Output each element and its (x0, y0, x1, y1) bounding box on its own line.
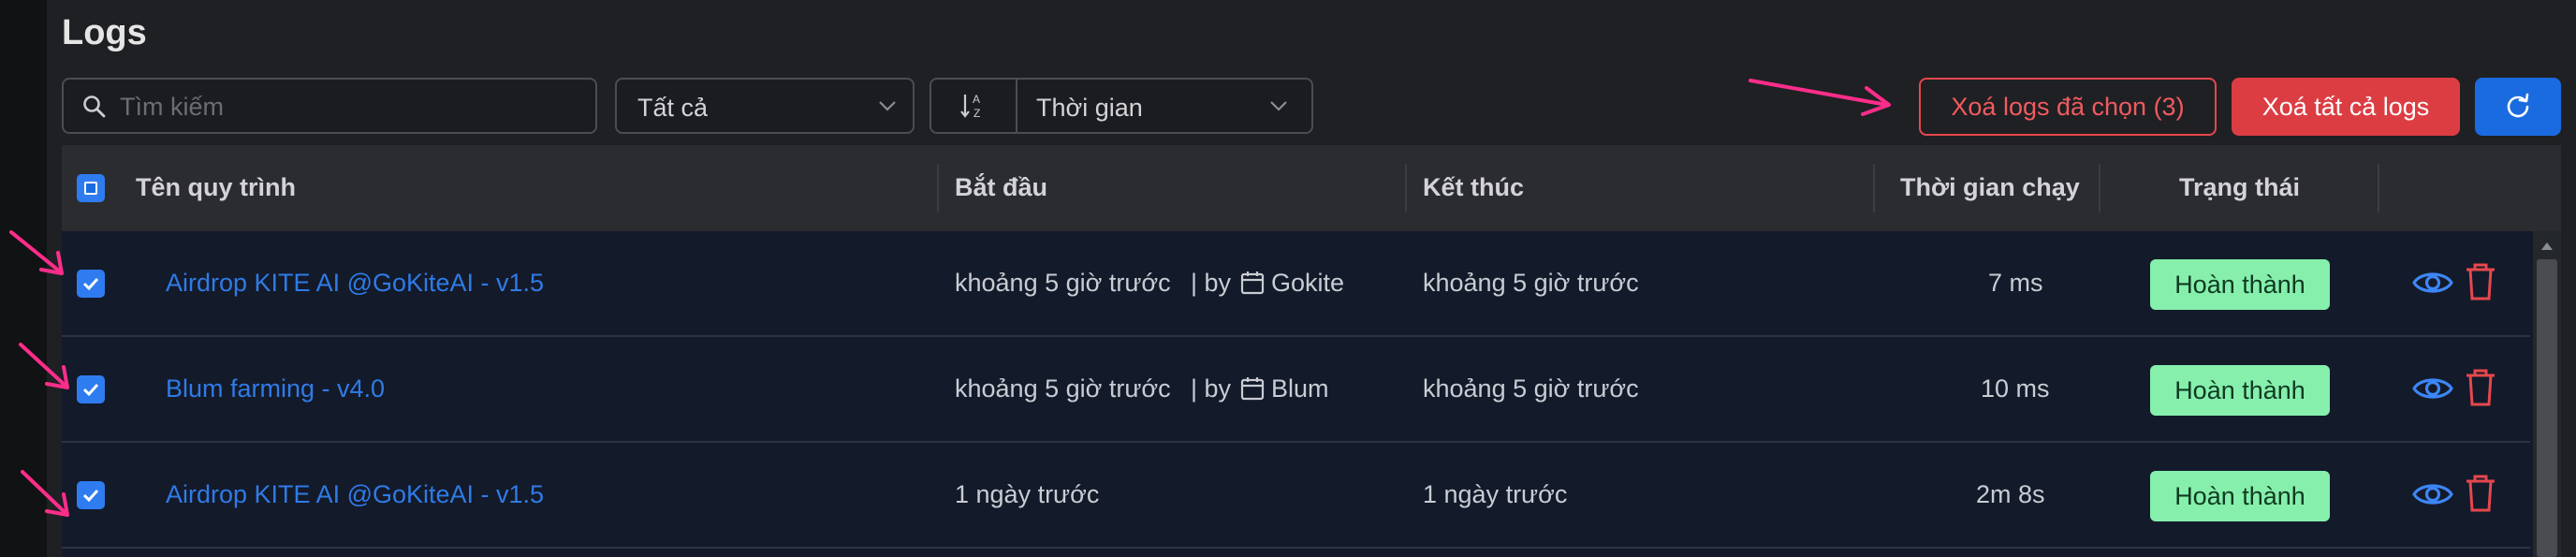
chevron-down-icon (877, 98, 898, 118)
eye-icon[interactable] (2411, 476, 2454, 518)
trash-icon[interactable] (2464, 368, 2497, 412)
duration: 10 ms (1981, 374, 2050, 403)
trash-icon[interactable] (2464, 474, 2497, 518)
start-time: 1 ngày trước (955, 480, 1100, 508)
column-divider (2099, 164, 2100, 213)
row-checkbox[interactable] (77, 481, 105, 509)
table-row[interactable]: Airdrop KITE AI @GoKiteAI - v1.5 khoảng … (62, 231, 2530, 337)
process-name-link[interactable]: Airdrop KITE AI @GoKiteAI - v1.5 (166, 480, 544, 509)
trash-icon[interactable] (2464, 262, 2497, 306)
table-header: Tên quy trình Bắt đầu Kết thúc Thời gian… (62, 145, 2561, 231)
delete-selected-logs-button[interactable]: Xoá logs đã chọn (3) (1919, 78, 2217, 136)
end-time: khoảng 5 giờ trước (1423, 374, 1639, 403)
arrow-annotation-icon (9, 230, 64, 275)
logs-table: Tên quy trình Bắt đầu Kết thúc Thời gian… (62, 145, 2561, 557)
delete-all-logs-button[interactable]: Xoá tất cả logs (2232, 78, 2460, 136)
eye-icon[interactable] (2411, 370, 2454, 412)
search-icon (82, 95, 107, 124)
column-divider (937, 164, 939, 213)
duration: 7 ms (1988, 269, 2043, 297)
row-checkbox[interactable] (77, 270, 105, 298)
column-divider (2378, 164, 2379, 213)
workflow-tag: Gokite (1271, 269, 1345, 297)
search-input[interactable] (118, 80, 590, 134)
by-label: | by (1191, 374, 1232, 403)
column-header-start[interactable]: Bắt đầu (955, 173, 1047, 202)
column-header-end[interactable]: Kết thúc (1423, 173, 1524, 202)
calendar-icon (1239, 375, 1266, 408)
refresh-button[interactable] (2475, 78, 2561, 136)
eye-icon[interactable] (2411, 264, 2454, 306)
arrow-annotation-icon (21, 470, 69, 517)
arrow-annotation-icon (19, 343, 69, 389)
column-divider (1405, 164, 1407, 213)
column-header-name[interactable]: Tên quy trình (136, 173, 296, 202)
process-name-link[interactable]: Airdrop KITE AI @GoKiteAI - v1.5 (166, 269, 544, 298)
sort-field-value: Thời gian (1036, 94, 1143, 122)
sort-direction-button[interactable]: A Z (931, 80, 1017, 132)
column-header-duration[interactable]: Thời gian chạy (1900, 173, 2080, 202)
by-label: | by (1191, 269, 1232, 297)
scrollbar-thumb[interactable] (2537, 259, 2557, 557)
column-header-status[interactable]: Trạng thái (2179, 173, 2300, 202)
status-badge: Hoàn thành (2150, 471, 2330, 521)
calendar-icon (1239, 270, 1266, 302)
table-row[interactable]: Blum farming - v4.0 khoảng 5 giờ trước |… (62, 337, 2530, 443)
sort-az-icon: A Z (959, 91, 988, 125)
status-badge: Hoàn thành (2150, 365, 2330, 416)
end-time: 1 ngày trước (1423, 480, 1568, 508)
svg-text:Z: Z (973, 107, 980, 120)
sort-control: A Z Thời gian (929, 78, 1313, 134)
svg-text:A: A (973, 93, 980, 106)
table-row[interactable]: Airdrop KITE AI @GoKiteAI - v1.5 1 ngày … (62, 443, 2530, 549)
select-all-checkbox[interactable] (77, 174, 105, 202)
refresh-icon (2507, 93, 2529, 118)
workflow-tag: Blum (1271, 374, 1329, 403)
page-title: Logs (62, 13, 147, 52)
chevron-down-icon (1268, 98, 1289, 118)
filter-select[interactable]: Tất cả (615, 78, 915, 134)
duration: 2m 8s (1976, 480, 2045, 508)
process-name-link[interactable]: Blum farming - v4.0 (166, 374, 385, 403)
arrow-annotation-icon (1749, 79, 1891, 116)
search-box[interactable] (62, 78, 597, 134)
scroll-up-arrow-icon[interactable] (2541, 242, 2553, 250)
vertical-scrollbar[interactable] (2533, 231, 2561, 557)
filter-select-value: Tất cả (637, 94, 709, 122)
column-divider (1873, 164, 1875, 213)
status-badge: Hoàn thành (2150, 259, 2330, 310)
end-time: khoảng 5 giờ trước (1423, 269, 1639, 297)
row-checkbox[interactable] (77, 375, 105, 403)
start-time: khoảng 5 giờ trước (955, 269, 1171, 297)
start-time: khoảng 5 giờ trước (955, 374, 1171, 403)
